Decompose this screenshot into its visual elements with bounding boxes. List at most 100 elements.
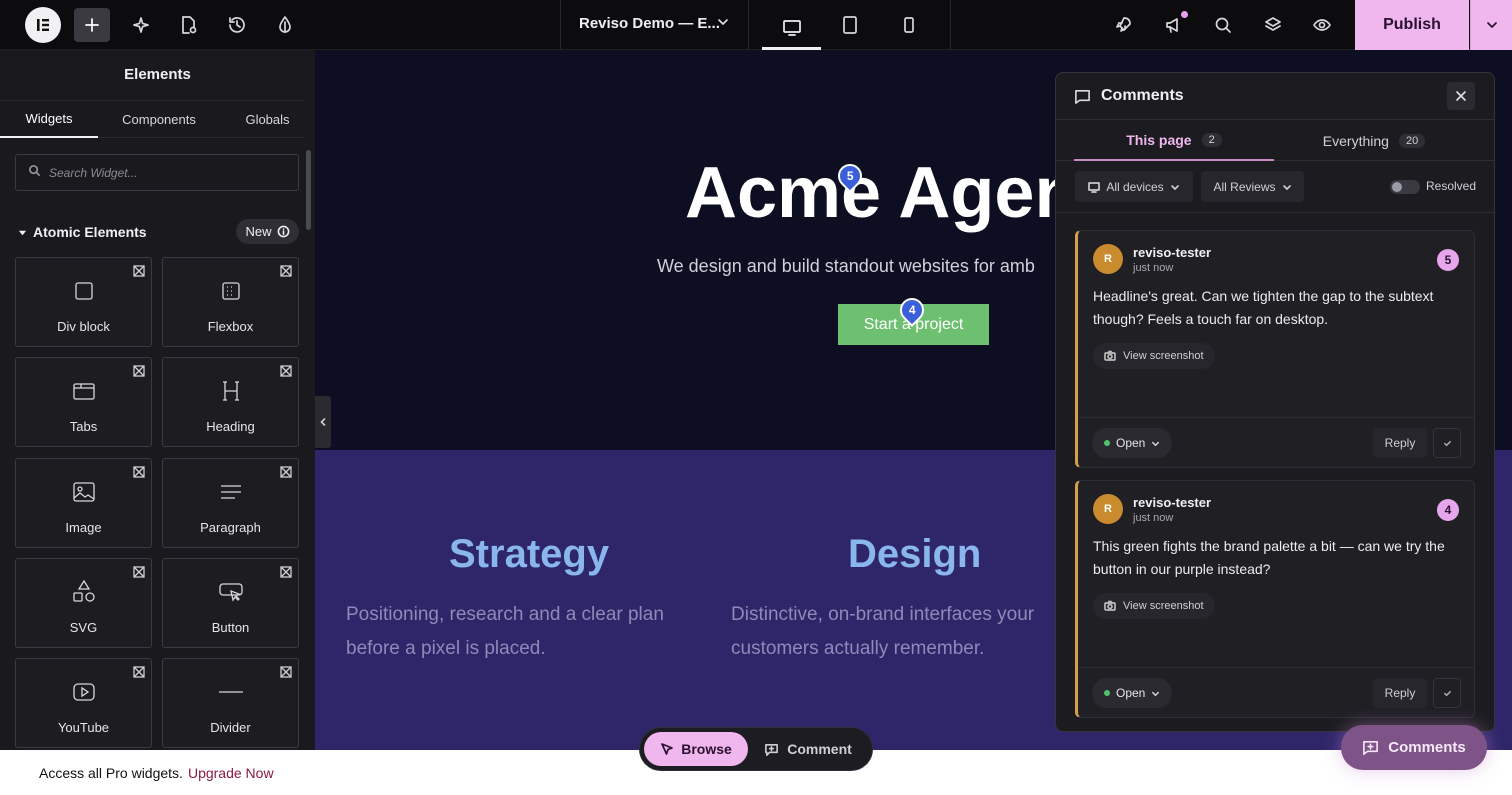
comment-number-badge[interactable]: 5 — [1437, 249, 1459, 271]
status-dropdown[interactable]: Open — [1092, 678, 1173, 708]
panel-scrollbar[interactable] — [306, 150, 311, 230]
category-title: Atomic Elements — [33, 224, 147, 240]
widget-button[interactable]: Button — [162, 558, 299, 648]
tab-components[interactable]: Components — [98, 101, 220, 138]
comments-title: Comments — [1101, 87, 1184, 104]
comments-fab-label: Comments — [1388, 739, 1466, 756]
widget-paragraph[interactable]: Paragraph — [162, 458, 299, 548]
widget-youtube[interactable]: YouTube — [15, 658, 152, 748]
comment-actions: Open Reply — [1078, 667, 1475, 717]
upgrade-now-link[interactable]: Upgrade Now — [188, 765, 274, 781]
pro-lock-icon — [133, 565, 145, 578]
status-dropdown[interactable]: Open — [1092, 428, 1173, 458]
publish-button[interactable]: Publish — [1355, 0, 1469, 50]
close-icon[interactable] — [1447, 82, 1475, 110]
tab-widgets[interactable]: Widgets — [0, 101, 98, 138]
publish-options-chevron-icon[interactable] — [1470, 0, 1512, 50]
comment-card[interactable]: R reviso-tester just now 4 This green fi… — [1075, 480, 1475, 718]
browse-mode-button[interactable]: Browse — [644, 732, 748, 766]
tab-this-page[interactable]: This page 2 — [1074, 120, 1274, 161]
widget-image[interactable]: Image — [15, 458, 152, 548]
resolve-check-icon[interactable] — [1433, 678, 1461, 708]
ai-sparkle-icon[interactable] — [124, 8, 158, 42]
add-element-button[interactable] — [74, 8, 110, 42]
panel-tabs: Widgets Components Globals — [0, 100, 305, 138]
comment-card[interactable]: R reviso-tester just now 5 Headline's gr… — [1075, 230, 1475, 468]
search-icon — [28, 164, 41, 182]
comment-author: reviso-tester — [1133, 495, 1212, 510]
widget-label: Image — [65, 520, 102, 535]
service-text[interactable]: Positioning, research and a clear plan b… — [346, 598, 686, 666]
collapse-panel-chevron-icon[interactable] — [315, 396, 331, 448]
widget-div-block[interactable]: Div block — [15, 257, 152, 347]
elements-panel: Elements Widgets Components Globals Atom… — [0, 50, 315, 750]
service-title[interactable]: Design — [848, 532, 981, 577]
comment-icon — [1075, 89, 1090, 104]
tablet-device-icon[interactable] — [833, 8, 867, 42]
category-header[interactable]: Atomic Elements — [18, 224, 147, 240]
comments-fab-button[interactable]: Comments — [1341, 725, 1487, 770]
widget-flexbox[interactable]: Flexbox — [162, 257, 299, 347]
widget-label: Paragraph — [200, 520, 261, 535]
mobile-device-icon[interactable] — [892, 8, 926, 42]
divider-icon — [218, 679, 244, 710]
pro-lock-icon — [280, 364, 292, 377]
widget-heading[interactable]: Heading — [162, 357, 299, 447]
widget-label: Heading — [206, 419, 255, 434]
chevron-down-icon[interactable] — [716, 15, 730, 34]
cursor-icon — [661, 743, 674, 755]
tab-everything[interactable]: Everything 20 — [1274, 120, 1474, 161]
search-input[interactable] — [49, 165, 269, 180]
widget-divider[interactable]: Divider — [162, 658, 299, 748]
reply-button[interactable]: Reply — [1373, 678, 1427, 708]
camera-icon — [1104, 600, 1116, 611]
resolve-check-icon[interactable] — [1433, 428, 1461, 458]
widget-svg[interactable]: SVG — [15, 558, 152, 648]
comments-tabs: This page 2 Everything 20 — [1056, 119, 1494, 161]
comment-number-badge[interactable]: 4 — [1437, 499, 1459, 521]
new-badge[interactable]: New — [236, 219, 299, 244]
pro-lock-icon — [133, 364, 145, 377]
devices-filter-select[interactable]: All devices — [1075, 171, 1193, 202]
desktop-device-icon[interactable] — [762, 8, 821, 50]
reviews-filter-select[interactable]: All Reviews — [1201, 171, 1304, 202]
pro-lock-icon — [133, 264, 145, 277]
history-icon[interactable] — [220, 8, 254, 42]
document-title[interactable]: Reviso Demo — E... — [579, 15, 720, 32]
widget-label: SVG — [69, 620, 98, 635]
view-screenshot-label: View screenshot — [1123, 350, 1204, 362]
rocket-icon[interactable] — [1106, 8, 1140, 42]
tab-count: 20 — [1398, 133, 1426, 148]
tab-globals[interactable]: Globals — [220, 101, 315, 138]
reviews-filter-label: All Reviews — [1213, 179, 1276, 194]
tabs-icon — [68, 378, 100, 409]
page-settings-icon[interactable] — [171, 8, 205, 42]
preview-eye-icon[interactable] — [1305, 8, 1339, 42]
top-bar: Reviso Demo — E... Publish — [0, 0, 1512, 50]
div-block-icon — [71, 278, 97, 309]
hero-subtitle[interactable]: We design and build standout websites fo… — [657, 256, 1035, 277]
comment-mode-button[interactable]: Comment — [748, 732, 868, 766]
heading-icon — [218, 378, 244, 409]
panel-title: Elements — [124, 66, 191, 83]
reply-button[interactable]: Reply — [1373, 428, 1427, 458]
search-icon[interactable] — [1206, 8, 1240, 42]
status-label: Open — [1116, 436, 1146, 450]
view-screenshot-button[interactable]: View screenshot — [1093, 343, 1215, 369]
site-style-drop-icon[interactable] — [268, 8, 302, 42]
promo-text: Access all Pro widgets. — [39, 764, 183, 781]
elementor-logo-icon[interactable] — [25, 7, 61, 43]
service-text[interactable]: Distinctive, on-brand interfaces your cu… — [731, 598, 1071, 666]
service-title[interactable]: Strategy — [449, 532, 609, 577]
resolved-toggle[interactable] — [1390, 180, 1420, 194]
hero-heading[interactable]: Acme Agen — [685, 152, 1078, 234]
widget-search[interactable] — [15, 154, 299, 191]
view-screenshot-button[interactable]: View screenshot — [1093, 593, 1215, 619]
comments-panel: Comments This page 2 Everything 20 All d… — [1055, 72, 1495, 732]
pro-lock-icon — [133, 665, 145, 678]
layers-icon[interactable] — [1256, 8, 1290, 42]
comment-filters: All devices All Reviews Resolved — [1056, 161, 1494, 213]
widget-tabs[interactable]: Tabs — [15, 357, 152, 447]
comment-time: just now — [1133, 512, 1174, 524]
pro-upgrade-banner: Access all Pro widgets. Upgrade Now — [0, 750, 315, 795]
